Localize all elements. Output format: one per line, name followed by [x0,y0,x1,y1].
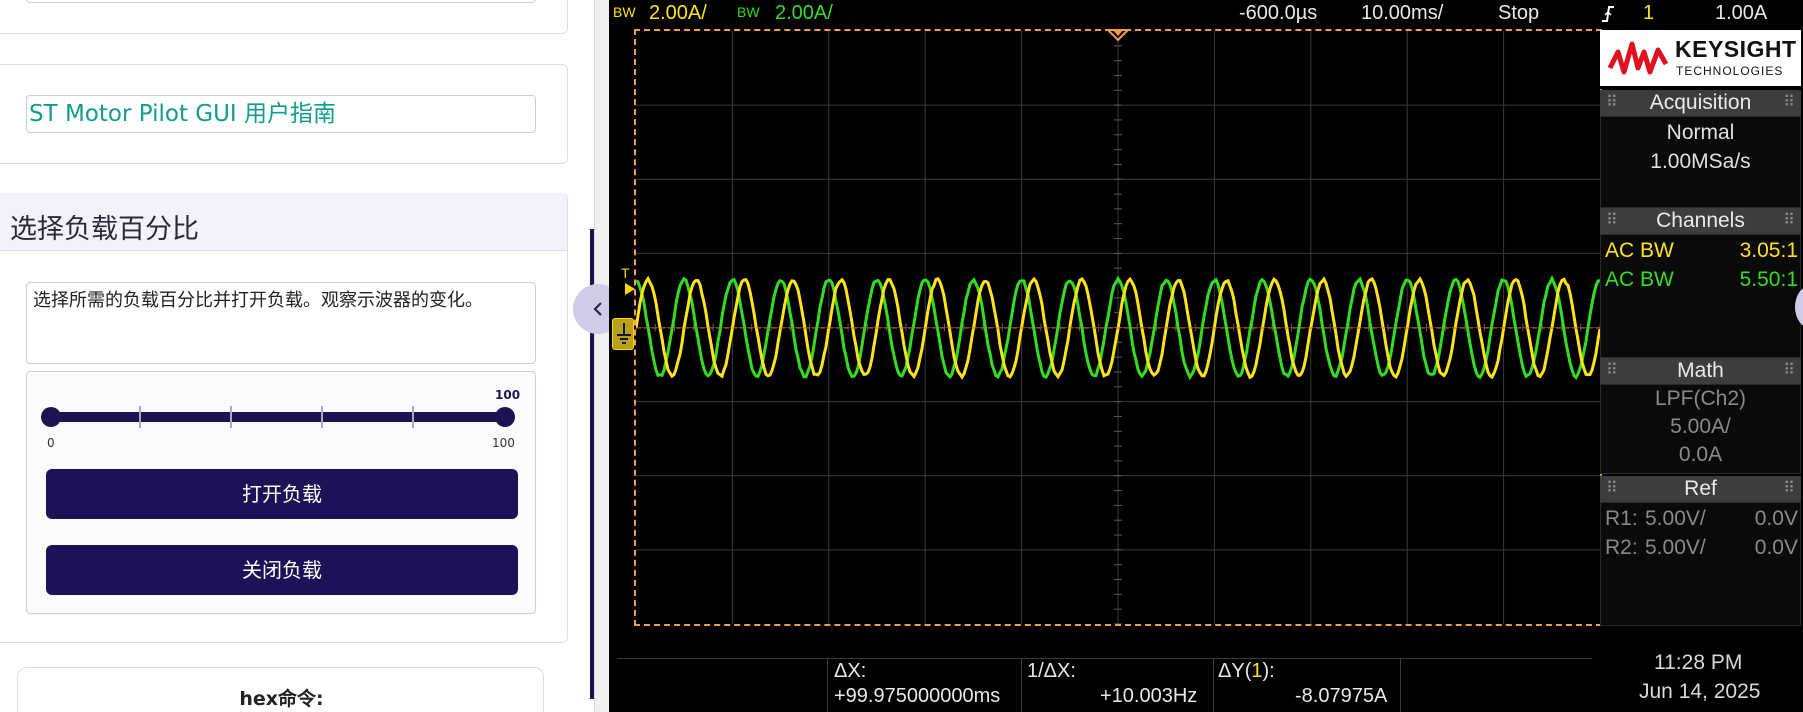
drag-handle-icon: ⠿ [1606,94,1618,111]
channels-body: AC BW 3.05:1 AC BW 5.50:1 [1600,234,1801,358]
math-title: Math [1677,359,1724,382]
time-offset: -600.0µs [1239,2,1318,24]
math-offset: 0.0A [1678,443,1723,466]
ch1-scale: 2.00A/ [649,2,707,24]
delta-y-label-suffix: ): [1262,660,1275,682]
delta-y-label-prefix: ΔY( [1218,660,1252,682]
delta-y-channel: 1 [1251,660,1263,682]
ch2-probe: 5.50:1 [1739,268,1798,291]
ch1-probe: 3.05:1 [1739,239,1798,262]
math-header[interactable]: ⠿ Math ⠿ [1600,358,1801,384]
keysight-logo: KEYSIGHT TECHNOLOGIES [1600,30,1801,86]
clock-time: 11:28 PM [1654,651,1743,674]
trigger-channel: 1 [1643,2,1655,24]
channels-header[interactable]: ⠿ Channels ⠿ [1600,208,1801,234]
slider-tick [412,406,414,428]
load-description: 选择所需的负载百分比并打开负载。观察示波器的变化。 [26,282,536,364]
drag-handle-icon: ⠿ [1783,362,1795,379]
drag-handle-icon: ⠿ [1606,212,1618,229]
drag-handle-icon: ⠿ [1606,480,1618,497]
time-scale: 10.00ms/ [1361,2,1444,24]
measurement-separator [1400,658,1401,712]
r2-label: R2: [1605,536,1638,559]
trigger-position-marker [1106,29,1130,42]
r1-scale: 5.00V/ [1645,507,1706,530]
r1-label: R1: [1605,507,1638,530]
trigger-t-marker: T [621,265,630,281]
drag-handle-icon: ⠿ [1783,480,1795,497]
slider-tick [230,406,232,428]
scope-status-bar: BW 2.00A/ BW 2.00A/ -600.0µs 10.00ms/ St… [609,0,1803,28]
logo-name: KEYSIGHT [1675,36,1797,62]
acquisition-mode: Normal [1666,121,1735,144]
top-card-field [26,0,536,3]
ref-header[interactable]: ⠿ Ref ⠿ [1600,476,1801,502]
math-body: LPF(Ch2) 5.00A/ 0.0A [1600,384,1801,474]
ch2-bw-label: BW [737,4,760,20]
slider-thumb-min[interactable] [41,407,61,427]
drag-handle-icon: ⠿ [1783,94,1795,111]
load-slider-box: 100 0 100 打开负载 关闭负载 [26,371,536,614]
delta-x-value: +99.975000000ms [834,685,1001,707]
close-load-button[interactable]: 关闭负载 [46,545,518,595]
inv-delta-x-value: +10.003Hz [1100,685,1198,707]
trigger-arrow-icon [625,283,635,295]
slider-tick [321,406,323,428]
load-percentage-slider[interactable] [51,412,505,422]
ch2-scale: 2.00A/ [775,2,833,24]
acquisition-rate: 1.00MSa/s [1650,150,1751,173]
slider-tick [139,406,141,428]
oscilloscope-screen: BW 2.00A/ BW 2.00A/ -600.0µs 10.00ms/ St… [609,0,1803,712]
ch2-coupling: AC BW [1605,268,1674,291]
r2-scale: 5.00V/ [1645,536,1706,559]
measurement-divider [617,658,1592,659]
ref-body: R1: 5.00V/ 0.0V R2: 5.00V/ 0.0V [1600,502,1801,626]
r1-offset: 0.0V [1754,507,1798,530]
slider-thumb-max[interactable] [495,407,515,427]
left-panel: ST Motor Pilot GUI 用户指南 选择负载百分比 选择所需的负载百… [0,0,592,712]
panel-splitter[interactable] [594,0,609,712]
acquisition-title: Acquisition [1649,91,1752,114]
chevron-left-icon [593,302,602,316]
ch1-ground-marker[interactable] [612,318,634,350]
math-scale: 5.00A/ [1670,415,1731,438]
trigger-edge-icon [1602,6,1614,22]
clock-date: Jun 14, 2025 [1639,680,1761,703]
acquisition-header[interactable]: ⠿ Acquisition ⠿ [1600,90,1801,116]
hex-command-card: hex命令: [17,667,544,712]
waveform-grid[interactable] [636,31,1600,624]
ground-icon [617,323,631,344]
delta-y-label: ΔY(1): [1218,660,1275,683]
channels-title: Channels [1656,209,1745,232]
user-guide-link[interactable]: ST Motor Pilot GUI 用户指南 [26,95,536,133]
ch1-bw-label: BW [613,4,636,20]
trigger-level: 1.00A [1715,2,1768,24]
ref-title: Ref [1684,477,1717,500]
delta-y-value: -8.07975A [1295,685,1388,707]
delta-x-label: ΔX: [834,660,867,682]
r2-offset: 0.0V [1754,536,1798,559]
drag-handle-icon: ⠿ [1606,362,1618,379]
open-load-button[interactable]: 打开负载 [46,469,518,519]
drag-handle-icon: ⠿ [1783,212,1795,229]
ch1-coupling: AC BW [1605,239,1674,262]
measurement-separator [1213,658,1214,712]
scope-info-panel: KEYSIGHT TECHNOLOGIES ⠿ Acquisition ⠿ No… [1598,30,1803,626]
measurement-bar: ΔX: +99.975000000ms 1/ΔX: +10.003Hz ΔY(1… [609,628,1803,712]
acquisition-body: Normal 1.00MSa/s [1600,116,1801,208]
keysight-wave-icon [1608,41,1668,75]
math-function: LPF(Ch2) [1654,387,1747,410]
inv-delta-x-label: 1/ΔX: [1027,660,1076,682]
hex-command-label: hex命令: [239,688,324,710]
slider-min-label: 0 [47,436,55,450]
load-section-header: 选择负载百分比 [0,193,567,251]
load-section-title: 选择负载百分比 [10,214,199,245]
top-card [0,0,568,34]
run-state: Stop [1498,2,1540,24]
slider-value-label: 100 [495,388,521,402]
logo-subtitle: TECHNOLOGIES [1676,64,1784,78]
slider-max-label: 100 [492,436,515,450]
measurement-separator [827,658,828,712]
measurement-separator [1021,658,1022,712]
